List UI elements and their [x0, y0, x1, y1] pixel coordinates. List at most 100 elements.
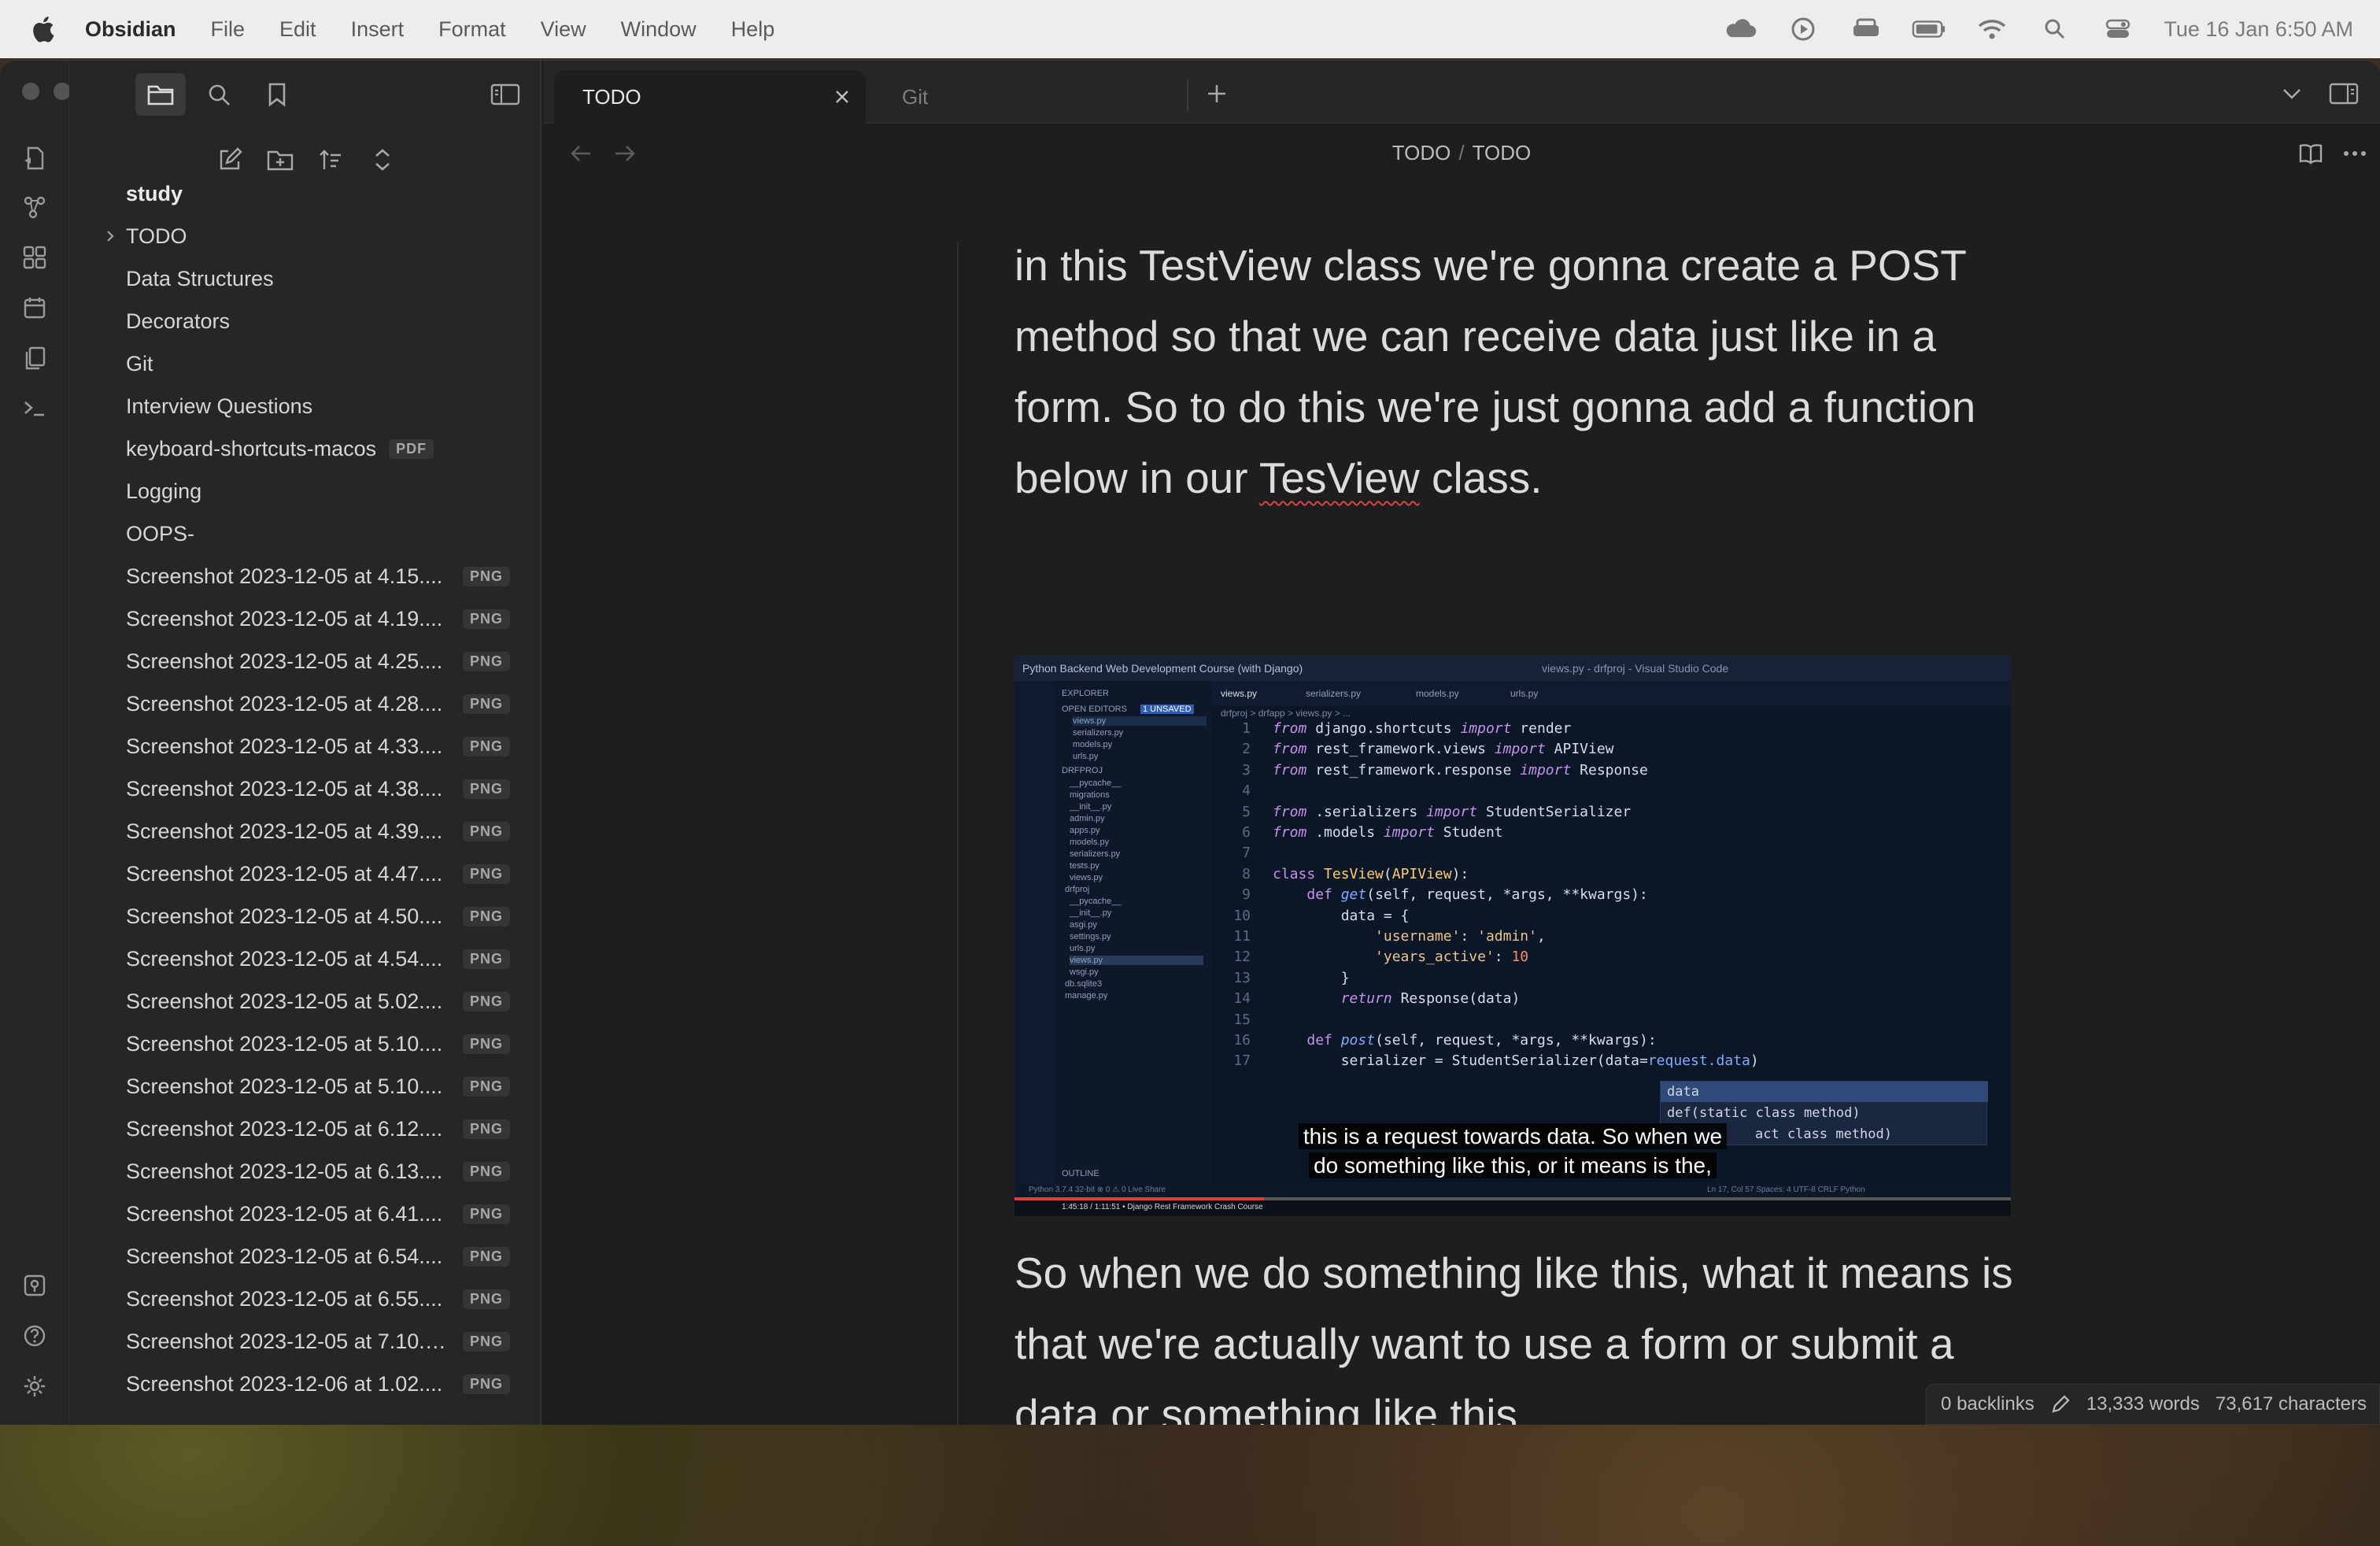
menu-insert[interactable]: Insert [351, 17, 405, 42]
file-item[interactable]: Screenshot 2023-12-05 at 4.47.... PNG [69, 853, 541, 895]
code-line: def post(self, request, *args, **kwargs)… [1306, 1032, 1657, 1049]
bookmark-icon[interactable] [252, 73, 302, 116]
settings-gear-icon[interactable] [19, 1370, 50, 1402]
file-item[interactable]: Screenshot 2023-12-05 at 4.33.... PNG [69, 725, 541, 767]
file-item[interactable]: Screenshot 2023-12-05 at 4.38.... PNG [69, 767, 541, 810]
menu-file[interactable]: File [211, 17, 246, 42]
code-line: return Response(data) [1340, 990, 1521, 1008]
file-item[interactable]: Git [69, 342, 541, 385]
file-type-badge: PNG [462, 1331, 510, 1352]
spotlight-search-icon[interactable] [2038, 16, 2072, 43]
tab-bar: TODO Git [543, 61, 2380, 124]
close-icon[interactable] [830, 84, 855, 109]
file-item[interactable]: Screenshot 2023-12-05 at 4.19.... PNG [69, 597, 541, 640]
file-item[interactable]: Decorators [69, 300, 541, 342]
chevron-down-icon[interactable] [2275, 76, 2309, 111]
file-item[interactable]: Screenshot 2023-12-05 at 5.02.... PNG [69, 980, 541, 1023]
tab-todo[interactable]: TODO [554, 70, 866, 124]
vault-switcher-icon[interactable] [19, 1270, 50, 1301]
file-type-badge: PNG [462, 651, 510, 671]
menu-view[interactable]: View [541, 17, 586, 42]
control-center-icon[interactable] [2101, 16, 2135, 43]
file-item[interactable]: Interview Questions [69, 385, 541, 427]
file-type-badge: PNG [462, 1204, 510, 1224]
file-item[interactable]: Data Structures [69, 257, 541, 300]
code-line: from rest_framework.views import APIView [1273, 741, 1614, 758]
file-item[interactable]: Screenshot 2023-12-05 at 4.28.... PNG [69, 682, 541, 725]
breadcrumb-separator: / [1458, 141, 1465, 165]
wifi-icon[interactable] [1975, 16, 2009, 43]
reading-view-book-icon[interactable] [2293, 136, 2328, 171]
open-quick-switcher-icon[interactable] [19, 142, 50, 174]
file-type-badge: PNG [462, 1289, 510, 1309]
left-ribbon [0, 61, 102, 1425]
menu-window[interactable]: Window [621, 17, 697, 42]
file-item[interactable]: Screenshot 2023-12-06 at 1.02.... PNG [69, 1363, 541, 1405]
file-item[interactable]: OOPS- [69, 512, 541, 555]
menu-edit[interactable]: Edit [279, 17, 316, 42]
play-circle-icon[interactable] [1786, 16, 1820, 43]
menu-format[interactable]: Format [438, 17, 506, 42]
editing-mode-pencil-icon[interactable] [2050, 1394, 2071, 1415]
file-item[interactable]: Screenshot 2023-12-05 at 6.12.... PNG [69, 1108, 541, 1150]
file-item[interactable]: Screenshot 2023-12-05 at 4.25.... PNG [69, 640, 541, 682]
collapse-sidebar-icon[interactable] [480, 73, 530, 116]
apple-menu-icon[interactable] [30, 13, 57, 45]
help-icon[interactable] [19, 1320, 50, 1352]
code-line: 'username': 'admin', [1375, 928, 1546, 945]
code-line: data = { [1273, 907, 1410, 924]
word-count[interactable]: 13,333 words [2086, 1393, 2200, 1415]
vault-root-study[interactable]: study [69, 172, 541, 215]
battery-icon[interactable] [1912, 16, 1946, 43]
misspelled-word[interactable]: TesView [1259, 453, 1420, 502]
file-item[interactable]: Screenshot 2023-12-05 at 4.54.... PNG [69, 938, 541, 980]
file-item[interactable]: Screenshot 2023-12-05 at 4.50.... PNG [69, 895, 541, 938]
canvas-icon[interactable] [19, 242, 50, 273]
menu-help[interactable]: Help [731, 17, 775, 42]
embedded-screenshot-image[interactable]: Python Backend Web Development Course (w… [1014, 656, 2011, 1216]
search-icon[interactable] [194, 73, 244, 116]
file-item[interactable]: Screenshot 2023-12-05 at 4.15.... PNG [69, 555, 541, 597]
daily-note-calendar-icon[interactable] [19, 292, 50, 324]
file-item[interactable]: Screenshot 2023-12-05 at 5.10.... PNG [69, 1065, 541, 1108]
file-item[interactable]: Screenshot 2023-12-05 at 6.55.... PNG [69, 1278, 541, 1320]
code-line: class TesView(APIView): [1273, 865, 1469, 882]
file-item[interactable]: Logging [69, 470, 541, 512]
note-paragraph-2[interactable]: So when we do something like this, what … [1014, 1237, 2038, 1425]
car-icon[interactable] [1849, 16, 1883, 43]
file-item[interactable]: Screenshot 2023-12-05 at 4.39.... PNG [69, 810, 541, 853]
breadcrumb-folder[interactable]: TODO [1392, 141, 1451, 165]
character-count[interactable]: 73,617 characters [2216, 1393, 2367, 1415]
file-item[interactable]: Screenshot 2023-12-05 at 6.41.... PNG [69, 1193, 541, 1235]
close-window-button[interactable] [22, 83, 39, 100]
app-menu-obsidian[interactable]: Obsidian [85, 17, 176, 42]
chevron-right-icon[interactable] [101, 227, 120, 246]
menubar-clock[interactable]: Tue 16 Jan 6:50 AM [2164, 17, 2353, 42]
file-item[interactable]: Screenshot 2023-12-05 at 6.13.... PNG [69, 1150, 541, 1193]
tab-git[interactable]: Git [874, 70, 1181, 124]
embed-status-bar: Python 3.7.4 32-bit ⊗ 0 ⚠ 0 Live Share L… [1014, 1185, 2011, 1197]
embed-breadcrumb: drfproj > drfapp > views.py > ... [1221, 708, 1351, 719]
graph-view-icon[interactable] [19, 191, 50, 223]
file-item[interactable]: Screenshot 2023-12-05 at 5.10.... PNG [69, 1023, 541, 1065]
folder-todo[interactable]: TODO [69, 215, 541, 257]
files-folder-icon[interactable] [135, 73, 186, 116]
terminal-icon[interactable] [19, 393, 50, 424]
file-item[interactable]: Screenshot 2023-12-05 at 6.54.... PNG [69, 1235, 541, 1278]
code-line: from django.shortcuts import render [1273, 720, 1572, 737]
file-type-badge: PNG [462, 608, 510, 629]
file-item[interactable]: Screenshot 2023-12-05 at 7.10.1... PNG [69, 1320, 541, 1363]
breadcrumb-file[interactable]: TODO [1473, 141, 1532, 165]
backlinks-count[interactable]: 0 backlinks [1941, 1393, 2034, 1415]
templates-icon[interactable] [19, 342, 50, 374]
minimize-window-button[interactable] [54, 83, 71, 100]
more-options-icon[interactable] [2338, 136, 2372, 171]
toggle-right-sidebar-icon[interactable] [2326, 76, 2361, 111]
note-paragraph-1[interactable]: in this TestView class we're gonna creat… [1014, 230, 2038, 513]
status-bar: 0 backlinks 13,333 words 73,617 characte… [1926, 1384, 2380, 1425]
new-tab-plus-icon[interactable] [1199, 76, 1234, 111]
tab-title: TODO [582, 84, 641, 109]
file-item[interactable]: keyboard-shortcuts-macos PDF [69, 427, 541, 470]
file-type-badge: PNG [462, 566, 510, 586]
cloud-icon[interactable] [1723, 16, 1757, 43]
